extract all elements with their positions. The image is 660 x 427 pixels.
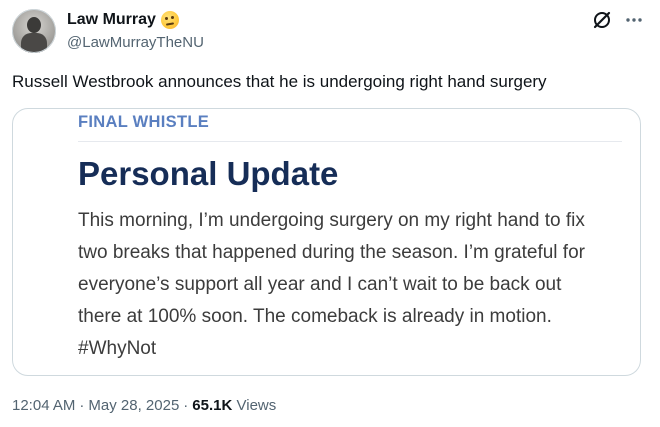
tweet-time[interactable]: 12:04 AM [12,397,75,414]
card-divider [78,141,622,142]
avatar-ring [12,9,56,53]
thinking-face-emoji-icon [160,10,179,29]
card-title: Personal Update [78,155,339,192]
tweet-date[interactable]: May 28, 2025 [88,397,179,414]
grok-icon[interactable] [592,10,612,30]
more-icon[interactable] [624,10,644,30]
meta-separator: · [183,397,189,414]
tweet-header: Law Murray @LawMurrayTheNU [12,8,648,54]
author-name-text[interactable]: Law Murray [67,9,156,30]
avatar[interactable] [12,9,56,53]
views-count[interactable]: 65.1K [192,397,232,414]
author-block: Law Murray @LawMurrayTheNU [67,9,204,53]
tweet-meta: 12:04 AM · May 28, 2025 · 65.1K Views [12,396,276,416]
meta-separator: · [79,397,85,414]
card-body: This morning, I’m undergoing surgery on … [78,210,585,359]
author-name[interactable]: Law Murray [67,9,179,30]
author-handle[interactable]: @LawMurrayTheNU [67,33,204,53]
card-kicker: FINAL WHISTLE [78,113,210,131]
quoted-image-card[interactable]: FINAL WHISTLE Personal Update This morni… [12,108,641,376]
top-actions [592,10,644,30]
views-label: Views [236,397,277,414]
tweet-text: Russell Westbrook announces that he is u… [12,72,547,91]
